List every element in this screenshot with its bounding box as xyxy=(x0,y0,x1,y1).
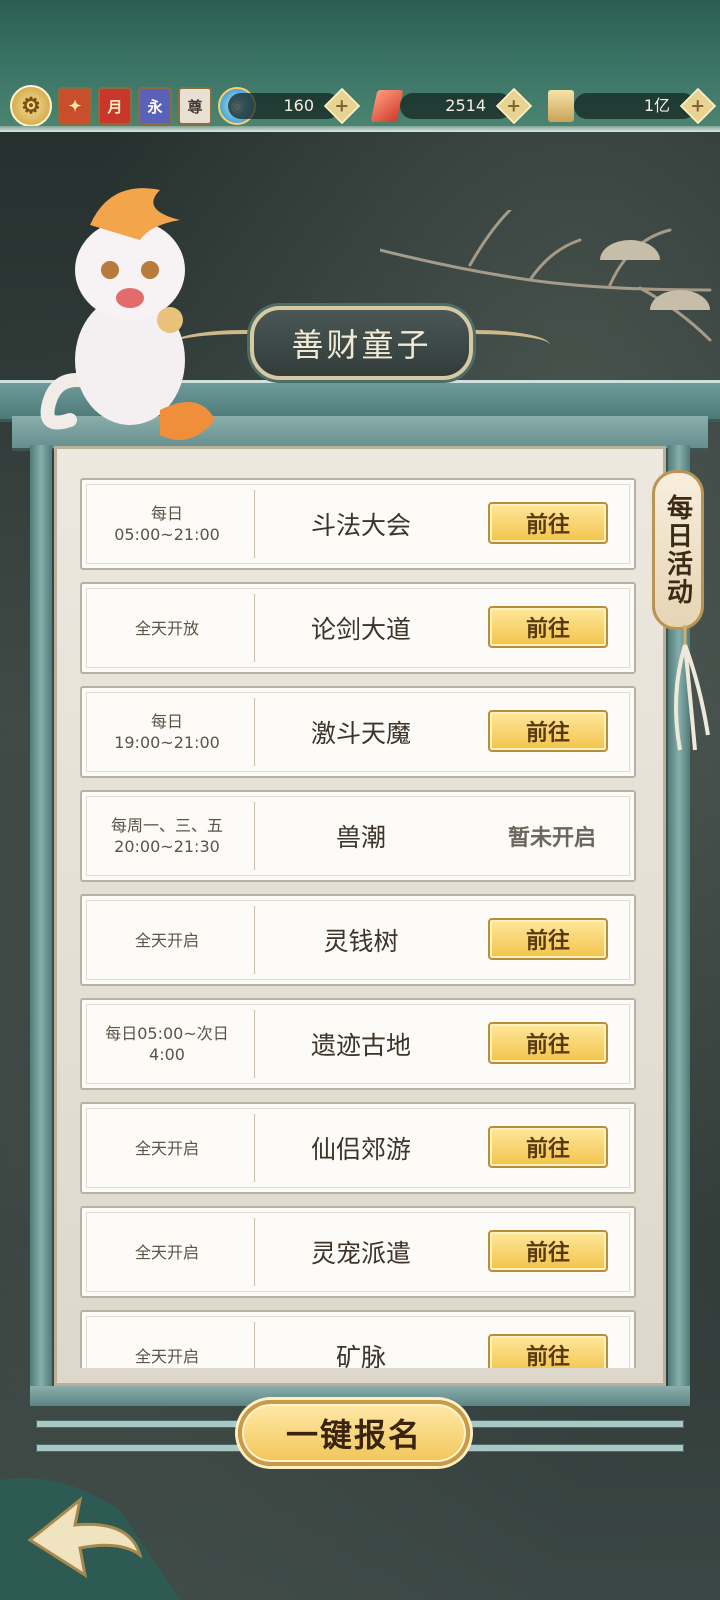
go-button[interactable]: 前往 xyxy=(488,1126,608,1168)
amulet-icon[interactable]: ✦ xyxy=(58,87,92,125)
honor-card-icon[interactable]: 尊 xyxy=(178,87,212,125)
activity-time: 全天开启 xyxy=(134,930,199,950)
list-item: 每日05:00~次日 4:00 遗迹古地 前往 xyxy=(80,998,636,1090)
list-item: 每周一、三、五 20:00~21:30 兽潮 暂未开启 xyxy=(80,790,636,882)
go-button[interactable]: 前往 xyxy=(488,502,608,544)
go-button[interactable]: 前往 xyxy=(488,1022,608,1064)
silver-counter: 1亿 + xyxy=(574,87,717,125)
list-item: 每日 05:00~21:00 斗法大会 前往 xyxy=(80,478,636,570)
activity-list[interactable]: 每日 05:00~21:00 斗法大会 前往 全天开放 论剑大道 前往 每日 1… xyxy=(80,478,636,1368)
activity-name: 遗迹古地 xyxy=(310,1031,411,1060)
activity-time: 每周一、三、五 20:00~21:30 xyxy=(110,816,223,856)
daily-activity-tab[interactable]: 每日活动 xyxy=(652,470,704,630)
jade-counter: 160 + xyxy=(228,87,361,125)
activity-time: 全天开放 xyxy=(134,618,199,638)
divider xyxy=(254,1114,255,1182)
one-click-signup-button[interactable]: 一键报名 xyxy=(238,1400,470,1466)
activity-name: 激斗天魔 xyxy=(310,719,411,748)
go-button[interactable]: 前往 xyxy=(488,710,608,752)
divider xyxy=(254,906,255,974)
silver-amount: 1亿 xyxy=(574,93,696,119)
gear-icon[interactable]: ⚙ xyxy=(10,85,52,127)
back-arrow-icon[interactable] xyxy=(0,1470,180,1600)
list-item: 全天开放 论剑大道 前往 xyxy=(80,582,636,674)
divider xyxy=(254,594,255,662)
activity-name: 灵钱树 xyxy=(323,927,399,956)
tassel-decoration xyxy=(674,625,710,751)
forever-card-icon[interactable]: 永 xyxy=(138,87,172,125)
divider xyxy=(254,490,255,558)
go-button[interactable]: 前往 xyxy=(488,1334,608,1368)
top-resource-bar: ⚙ ✦ 月 永 尊 ◉ 160 + 2514 + 1亿 + xyxy=(0,0,720,132)
scroll-icon xyxy=(548,90,574,122)
activity-name: 仙侣郊游 xyxy=(310,1135,411,1164)
activity-time: 每日 19:00~21:00 xyxy=(114,712,220,752)
activity-time: 每日05:00~次日 4:00 xyxy=(105,1024,229,1064)
gem-counter: 2514 + xyxy=(400,87,533,125)
activity-name: 兽潮 xyxy=(335,823,386,852)
divider xyxy=(254,1218,255,1286)
side-tab-label: 每日活动 xyxy=(662,494,693,606)
go-button[interactable]: 前往 xyxy=(488,1230,608,1272)
activity-name: 论剑大道 xyxy=(310,615,411,644)
list-item: 全天开启 矿脉 前往 xyxy=(80,1310,636,1368)
activity-time: 全天开启 xyxy=(134,1346,199,1366)
list-item: 全天开启 灵钱树 前往 xyxy=(80,894,636,986)
divider xyxy=(254,802,255,870)
list-item: 每日 19:00~21:00 激斗天魔 前往 xyxy=(80,686,636,778)
activity-name: 斗法大会 xyxy=(310,511,411,540)
activity-name: 灵宠派遣 xyxy=(310,1239,411,1268)
divider xyxy=(254,698,255,766)
moon-card-icon[interactable]: 月 xyxy=(98,87,132,125)
not-open-status: 暂未开启 xyxy=(507,826,596,851)
page-title: 善财童子 xyxy=(250,306,473,380)
divider xyxy=(254,1010,255,1078)
gem-icon xyxy=(370,90,404,122)
status-icons: ⚙ ✦ 月 永 尊 ◉ xyxy=(10,85,256,127)
activity-time: 全天开启 xyxy=(134,1242,199,1262)
divider xyxy=(254,1322,255,1368)
activity-time: 全天开启 xyxy=(134,1138,199,1158)
frame-pillar-left xyxy=(30,445,52,1405)
list-item: 全天开启 灵宠派遣 前往 xyxy=(80,1206,636,1298)
activity-name: 矿脉 xyxy=(335,1343,386,1368)
go-button[interactable]: 前往 xyxy=(488,606,608,648)
list-item: 全天开启 仙侣郊游 前往 xyxy=(80,1102,636,1194)
tiger-mascot xyxy=(40,188,215,440)
go-button[interactable]: 前往 xyxy=(488,918,608,960)
activity-time: 每日 05:00~21:00 xyxy=(114,504,220,544)
